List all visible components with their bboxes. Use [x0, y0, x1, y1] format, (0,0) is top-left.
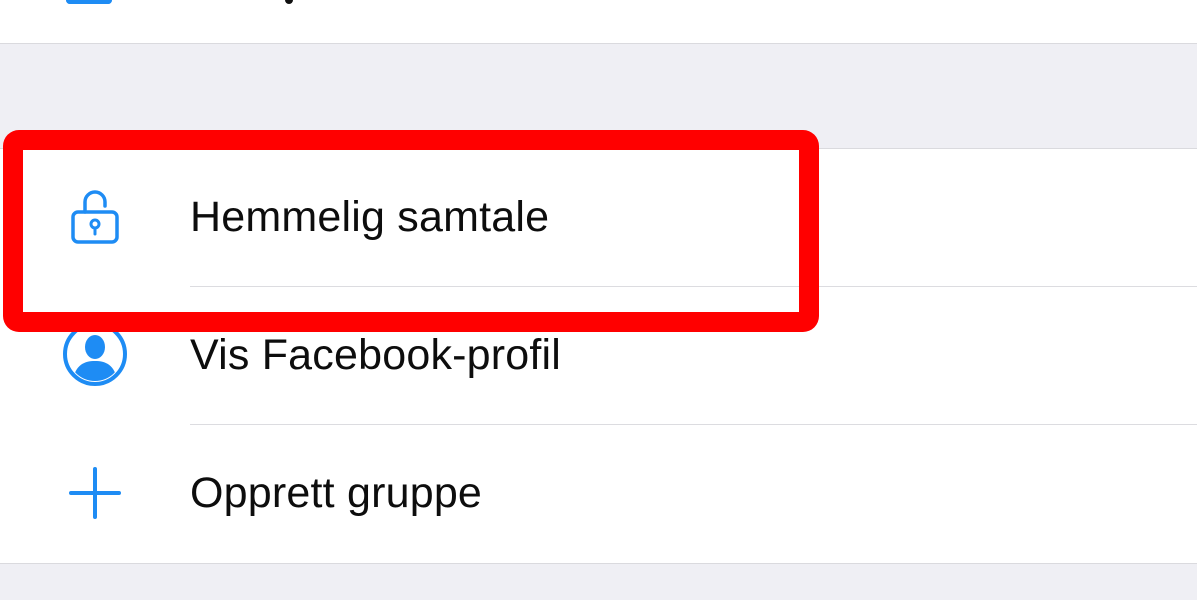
menu-item-view-facebook-profile[interactable]: Vis Facebook-profil [0, 287, 1197, 425]
lock-icon [60, 181, 130, 251]
menu-item-secret-conversation[interactable]: Hemmelig samtale [0, 149, 1197, 287]
profile-icon [60, 319, 130, 389]
menu-item-label: Opprett gruppe [190, 469, 483, 517]
lock-icon-svg [71, 190, 119, 244]
menu-item-label: Vis Facebook-profil [190, 331, 562, 379]
partial-label-glyph [285, 0, 293, 4]
previous-menu-item[interactable] [0, 0, 1197, 44]
partial-icon [66, 0, 112, 4]
plus-icon [60, 458, 130, 528]
menu-item-label: Hemmelig samtale [190, 193, 550, 241]
menu-group: Hemmelig samtale Vis Facebook-profil Opp… [0, 148, 1197, 564]
screen: Hemmelig samtale Vis Facebook-profil Opp… [0, 0, 1197, 600]
menu-item-create-group[interactable]: Opprett gruppe [0, 425, 1197, 563]
profile-icon-svg [63, 322, 127, 386]
plus-icon-svg [69, 467, 121, 519]
